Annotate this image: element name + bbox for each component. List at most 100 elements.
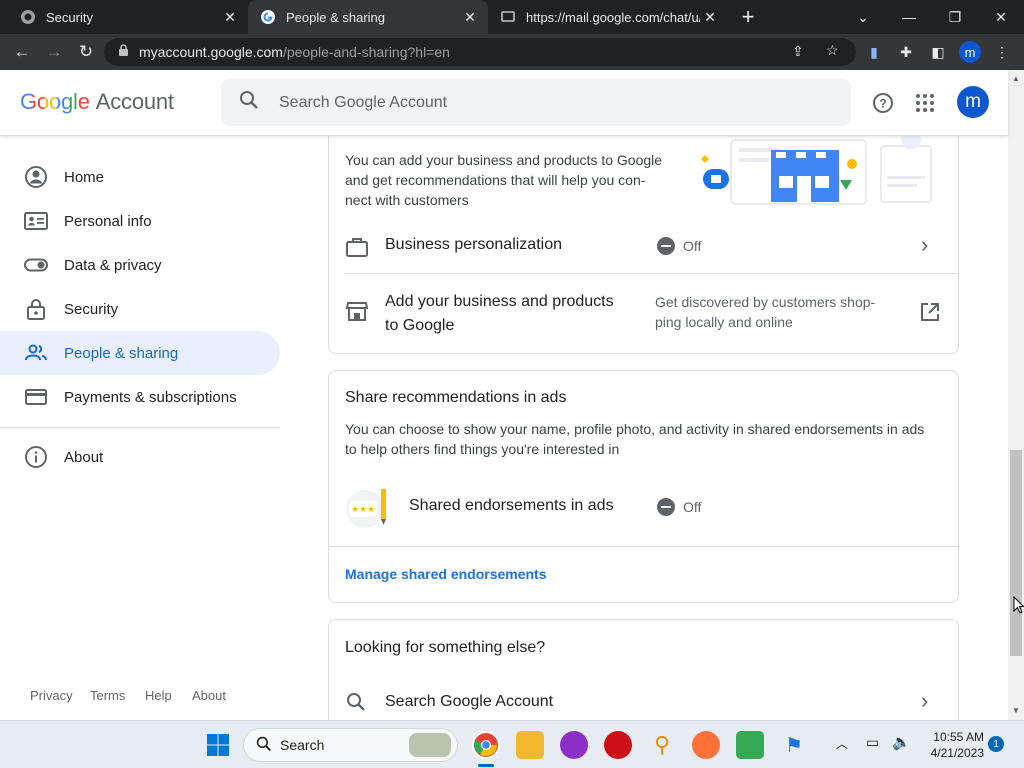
lock-icon	[118, 44, 129, 60]
sidebar-item-label: Security	[64, 300, 119, 318]
briefcase-icon	[346, 236, 368, 263]
search-placeholder: Search Google Account	[279, 93, 448, 111]
sidebar-item-payments[interactable]: Payments & subscriptions	[0, 375, 280, 419]
address-bar[interactable]: myaccount.google.com/people-and-sharing?…	[104, 38, 856, 66]
sidebar-item-label: About	[64, 448, 104, 466]
sidebar-item-home[interactable]: Home	[0, 155, 280, 199]
restore-icon[interactable]: ❐	[932, 0, 978, 34]
forward-arrow-icon[interactable]: →	[42, 40, 66, 64]
sidebar-item-about[interactable]: About	[0, 435, 280, 479]
people-icon	[24, 341, 48, 365]
chrome-icon[interactable]	[472, 731, 500, 759]
status-text: Off	[683, 499, 702, 515]
tab-title: https://mail.google.com/chat/u/0	[526, 9, 700, 25]
tab-security[interactable]: Security ✕	[8, 0, 248, 34]
search-account-row[interactable]: Search Google Account ›	[329, 686, 958, 720]
firefox-dev-icon[interactable]	[560, 731, 588, 759]
new-tab-button[interactable]: +	[734, 0, 762, 34]
star-icon[interactable]: ☆	[826, 42, 839, 59]
window-close-icon[interactable]: ✕	[978, 0, 1024, 34]
add-business-row[interactable]: Add your business and products to Google…	[329, 280, 958, 344]
browser-tab-strip: Security ✕ People & sharing ✕ https://ma…	[0, 0, 1024, 34]
minimize-icon[interactable]: —	[886, 0, 932, 34]
notification-badge[interactable]: 1	[988, 736, 1004, 752]
chat-icon	[500, 9, 516, 25]
sidebar-item-people-sharing[interactable]: People & sharing	[0, 331, 280, 375]
tab-chat[interactable]: https://mail.google.com/chat/u/0 ✕	[488, 0, 728, 34]
display-icon[interactable]: ▭	[866, 734, 879, 751]
ads-card-description: You can choose to show your name, profil…	[345, 419, 945, 459]
sidebar-item-personal-info[interactable]: Personal info	[0, 199, 280, 243]
footer-link-terms[interactable]: Terms	[90, 688, 125, 703]
taskbar-search[interactable]: Search	[243, 728, 458, 762]
page-scrollbar[interactable]: ▲ ▼	[1008, 70, 1024, 720]
puzzle-icon[interactable]: ✚	[896, 42, 916, 62]
info-icon	[24, 445, 48, 469]
close-icon[interactable]: ✕	[220, 9, 240, 26]
clock-time: 10:55 AM	[933, 730, 984, 744]
apps-grid-icon[interactable]	[913, 91, 937, 115]
side-panel-icon[interactable]: ◧	[928, 42, 948, 62]
close-icon[interactable]: ✕	[700, 9, 720, 26]
row-divider	[329, 546, 958, 547]
speaker-icon[interactable]: 🔈	[892, 733, 911, 751]
sidebar-item-data-privacy[interactable]: Data & privacy	[0, 243, 280, 287]
footer-link-help[interactable]: Help	[145, 688, 172, 703]
google-account-logo[interactable]: Google Account	[20, 89, 174, 115]
account-header: Google Account Search Google Account ?	[0, 70, 1008, 136]
scroll-up-arrow-icon[interactable]: ▲	[1012, 74, 1020, 83]
lock-icon	[24, 297, 48, 321]
search-icon	[256, 736, 272, 755]
url-host: myaccount.google.com	[139, 44, 283, 60]
sidebar-item-security[interactable]: Security	[0, 287, 280, 331]
magnifier-app-icon[interactable]: ⚲	[648, 731, 676, 759]
sidebar-item-label: Home	[64, 168, 105, 186]
footer-link-privacy[interactable]: Privacy	[30, 688, 73, 703]
sidebar-item-label: People & sharing	[64, 344, 179, 362]
shared-endorsements-row[interactable]: ★★★ Shared endorsements in ads Off	[329, 481, 958, 533]
people-app-icon[interactable]: ⚑	[780, 731, 808, 759]
tab-title: People & sharing	[286, 9, 386, 25]
taskbar-search-label: Search	[280, 737, 325, 753]
account-wordmark: Account	[95, 89, 174, 114]
business-personalization-row[interactable]: Business personalization Off ›	[329, 226, 958, 270]
back-arrow-icon[interactable]: ←	[10, 40, 34, 64]
business-personalization-label: Business personalization	[385, 236, 562, 253]
chart-app-icon[interactable]	[736, 731, 764, 759]
footer-link-about[interactable]: About	[192, 688, 226, 703]
ads-card-title: Share recommendations in ads	[345, 389, 567, 406]
manage-endorsements-link[interactable]: Manage shared endorsements	[345, 566, 547, 582]
reload-icon[interactable]: ↻	[74, 40, 98, 64]
chevron-right-icon: ›	[921, 688, 929, 713]
close-icon[interactable]: ✕	[460, 9, 480, 26]
tab-people-sharing[interactable]: People & sharing ✕	[248, 0, 488, 34]
extension-doc-icon[interactable]: ▮	[864, 42, 884, 62]
manatee-search-highlight-icon	[409, 733, 451, 757]
firefox-icon[interactable]	[692, 731, 720, 759]
profile-avatar[interactable]: m	[959, 41, 981, 63]
google-wordmark: Google	[20, 89, 90, 114]
business-description-line: and get recommendations that will help y…	[345, 172, 646, 188]
tab-search-chevron-icon[interactable]: ⌄	[840, 0, 886, 34]
status-text: Off	[683, 238, 702, 254]
account-avatar[interactable]: m	[957, 86, 989, 118]
windows-start-icon[interactable]	[204, 731, 232, 759]
svg-text:★★★: ★★★	[351, 504, 375, 514]
taskbar-clock[interactable]: 10:55 AM 4/21/2023	[922, 729, 984, 761]
chevron-up-icon[interactable]: ︿	[836, 735, 848, 752]
file-explorer-icon[interactable]	[516, 731, 544, 759]
windows-taskbar: Search ⚲ ⚑ ︿ ▭ 🔈 10:55 AM 4/21/2023 1	[0, 720, 1024, 768]
add-business-label: Add your business and products to Google	[385, 290, 614, 338]
search-input[interactable]: Search Google Account	[221, 79, 851, 126]
ads-card: Share recommendations in ads You can cho…	[328, 370, 959, 603]
svg-text:?: ?	[879, 97, 886, 111]
business-description-line: You can add your business and products t…	[345, 152, 663, 168]
scroll-down-arrow-icon[interactable]: ▼	[1012, 706, 1020, 715]
storefront-illustration	[701, 129, 941, 208]
opera-icon[interactable]	[604, 731, 632, 759]
share-icon[interactable]: ⇪	[792, 43, 804, 60]
scrollbar-thumb[interactable]	[1010, 450, 1022, 656]
help-icon[interactable]: ?	[871, 91, 895, 115]
kebab-menu-icon[interactable]: ⋮	[992, 42, 1012, 62]
shared-endorsements-status: Off	[657, 498, 701, 516]
